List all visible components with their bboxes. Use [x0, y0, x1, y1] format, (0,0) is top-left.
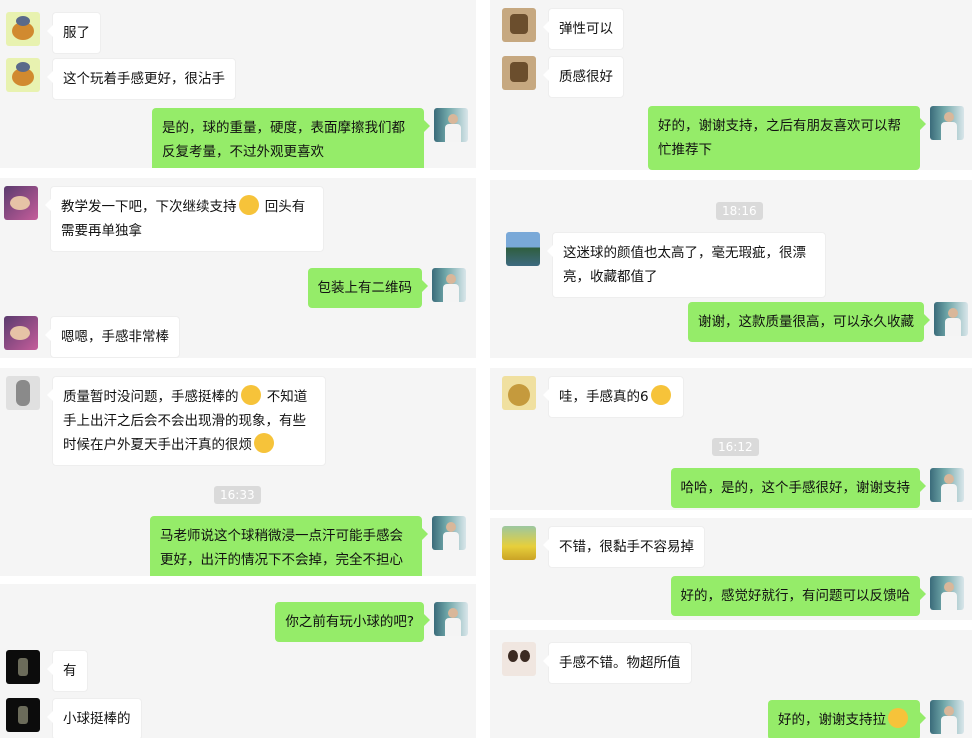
chat-panel-right-4: 不错，很黏手不容易掉 好的，感觉好就行，有问题可以反馈哈: [490, 518, 972, 620]
message-bubble: 服了: [47, 12, 101, 54]
message-bubble: 哇，手感真的6: [543, 376, 684, 418]
self-avatar[interactable]: [432, 268, 466, 302]
user-avatar[interactable]: [6, 698, 40, 732]
self-avatar[interactable]: [432, 516, 466, 550]
user-avatar[interactable]: [4, 186, 38, 220]
message-row: 手感不错。物超所值: [502, 642, 692, 684]
chat-panel-right-2: 18:16 这迷球的颜值也太高了，毫无瑕疵，很漂亮，收藏都值了 谢谢，这款质量很…: [490, 180, 972, 358]
user-avatar[interactable]: [6, 650, 40, 684]
message-row: 好的，感觉好就行，有问题可以反馈哈: [670, 576, 964, 616]
message-bubble: 质感很好: [543, 56, 624, 98]
message-row: 好的，谢谢支持拉: [768, 700, 964, 738]
message-bubble: 嗯嗯，手感非常棒: [45, 316, 180, 358]
message-row: 不错，很黏手不容易掉: [502, 526, 705, 568]
user-avatar[interactable]: [502, 8, 536, 42]
message-bubble: 教学发一下吧，下次继续支持 回头有需要再单独拿: [45, 186, 324, 252]
message-row: 你之前有玩小球的吧?: [275, 602, 468, 642]
clapping-hands-emoji: [888, 708, 908, 728]
user-avatar[interactable]: [6, 58, 40, 92]
message-row: 服了: [6, 12, 101, 54]
message-text: 好的，谢谢支持拉: [778, 712, 886, 728]
message-row: 这迷球的颜值也太高了，毫无瑕疵，很漂亮，收藏都值了: [506, 232, 826, 298]
chat-panel-left-3: 质量暂时没问题，手感挺棒的 不知道手上出汗之后会不会出现滑的现象，有些时候在户外…: [0, 368, 476, 576]
message-bubble: 谢谢，这款质量很高，可以永久收藏: [688, 302, 930, 342]
message-bubble: 是的，球的重量，硬度，表面摩擦我们都反复考量，不过外观更喜欢: [152, 108, 430, 168]
message-row: 弹性可以: [502, 8, 624, 50]
weary-face-emoji: [254, 433, 274, 453]
message-bubble: 小球挺棒的: [47, 698, 142, 738]
timestamp: 16:12: [712, 438, 759, 456]
message-row: 是的，球的重量，硬度，表面摩擦我们都反复考量，不过外观更喜欢: [152, 108, 468, 168]
message-bubble: 手感不错。物超所值: [543, 642, 692, 684]
message-bubble: 有: [47, 650, 88, 692]
message-row: 哈哈，是的，这个手感很好，谢谢支持: [670, 468, 964, 508]
message-row: 马老师说这个球稍微浸一点汗可能手感会更好，出汗的情况下不会掉，完全不担心: [150, 516, 466, 576]
user-avatar[interactable]: [502, 56, 536, 90]
message-row: 质感很好: [502, 56, 624, 98]
message-text: 质量暂时没问题，手感挺棒的: [63, 389, 239, 405]
message-row: 谢谢，这款质量很高，可以永久收藏: [688, 302, 968, 342]
user-avatar[interactable]: [6, 12, 40, 46]
message-row: 小球挺棒的: [6, 698, 142, 738]
timestamp: 18:16: [716, 202, 763, 220]
chat-panel-right-5: 手感不错。物超所值 好的，谢谢支持拉: [490, 630, 972, 738]
user-avatar[interactable]: [502, 376, 536, 410]
message-bubble: 好的，谢谢支持，之后有朋友喜欢可以帮忙推荐下: [648, 106, 926, 170]
self-avatar[interactable]: [934, 302, 968, 336]
message-row: 这个玩着手感更好，很沾手: [6, 58, 236, 100]
user-avatar[interactable]: [4, 316, 38, 350]
chat-panel-right-3: 哇，手感真的6 16:12 哈哈，是的，这个手感很好，谢谢支持: [490, 368, 972, 510]
message-bubble: 不错，很黏手不容易掉: [543, 526, 705, 568]
user-avatar[interactable]: [6, 376, 40, 410]
raised-hand-emoji: [238, 195, 259, 215]
message-text: 哇，手感真的6: [559, 389, 649, 405]
self-avatar[interactable]: [930, 576, 964, 610]
thumbs-up-emoji: [240, 385, 261, 405]
message-bubble: 这个玩着手感更好，很沾手: [47, 58, 236, 100]
self-avatar[interactable]: [930, 106, 964, 140]
self-avatar[interactable]: [930, 700, 964, 734]
user-avatar[interactable]: [502, 526, 536, 560]
message-bubble: 好的，感觉好就行，有问题可以反馈哈: [670, 576, 926, 616]
message-row: 嗯嗯，手感非常棒: [4, 316, 180, 358]
message-bubble: 好的，谢谢支持拉: [768, 700, 926, 738]
message-bubble: 这迷球的颜值也太高了，毫无瑕疵，很漂亮，收藏都值了: [547, 232, 826, 298]
message-row: 质量暂时没问题，手感挺棒的 不知道手上出汗之后会不会出现滑的现象，有些时候在户外…: [6, 376, 326, 466]
message-bubble: 弹性可以: [543, 8, 624, 50]
message-bubble: 马老师说这个球稍微浸一点汗可能手感会更好，出汗的情况下不会掉，完全不担心: [150, 516, 428, 576]
message-bubble: 你之前有玩小球的吧?: [275, 602, 430, 642]
message-row: 哇，手感真的6: [502, 376, 684, 418]
message-row: 有: [6, 650, 88, 692]
message-bubble: 哈哈，是的，这个手感很好，谢谢支持: [670, 468, 926, 508]
self-avatar[interactable]: [930, 468, 964, 502]
message-row: 好的，谢谢支持，之后有朋友喜欢可以帮忙推荐下: [648, 106, 964, 170]
user-avatar[interactable]: [506, 232, 540, 266]
chat-panel-left-4: 你之前有玩小球的吧? 有 小球挺棒的: [0, 584, 476, 738]
chat-panel-left-1: 服了 这个玩着手感更好，很沾手 是的，球的重量，硬度，表面摩擦我们都反复考量，不…: [0, 0, 476, 168]
chat-panel-right-1: 弹性可以 质感很好 好的，谢谢支持，之后有朋友喜欢可以帮忙推荐下: [490, 0, 972, 170]
self-avatar[interactable]: [434, 108, 468, 142]
user-avatar[interactable]: [502, 642, 536, 676]
message-bubble: 包装上有二维码: [307, 268, 428, 308]
message-bubble: 质量暂时没问题，手感挺棒的 不知道手上出汗之后会不会出现滑的现象，有些时候在户外…: [47, 376, 326, 466]
timestamp: 16:33: [214, 486, 261, 504]
self-avatar[interactable]: [434, 602, 468, 636]
message-text: 教学发一下吧，下次继续支持: [61, 199, 237, 215]
666-face-emoji: [650, 385, 671, 405]
message-row: 教学发一下吧，下次继续支持 回头有需要再单独拿: [4, 186, 324, 252]
chat-panel-left-2: 教学发一下吧，下次继续支持 回头有需要再单独拿 包装上有二维码 嗯嗯，手感非常棒: [0, 178, 476, 358]
message-row: 包装上有二维码: [307, 268, 466, 308]
